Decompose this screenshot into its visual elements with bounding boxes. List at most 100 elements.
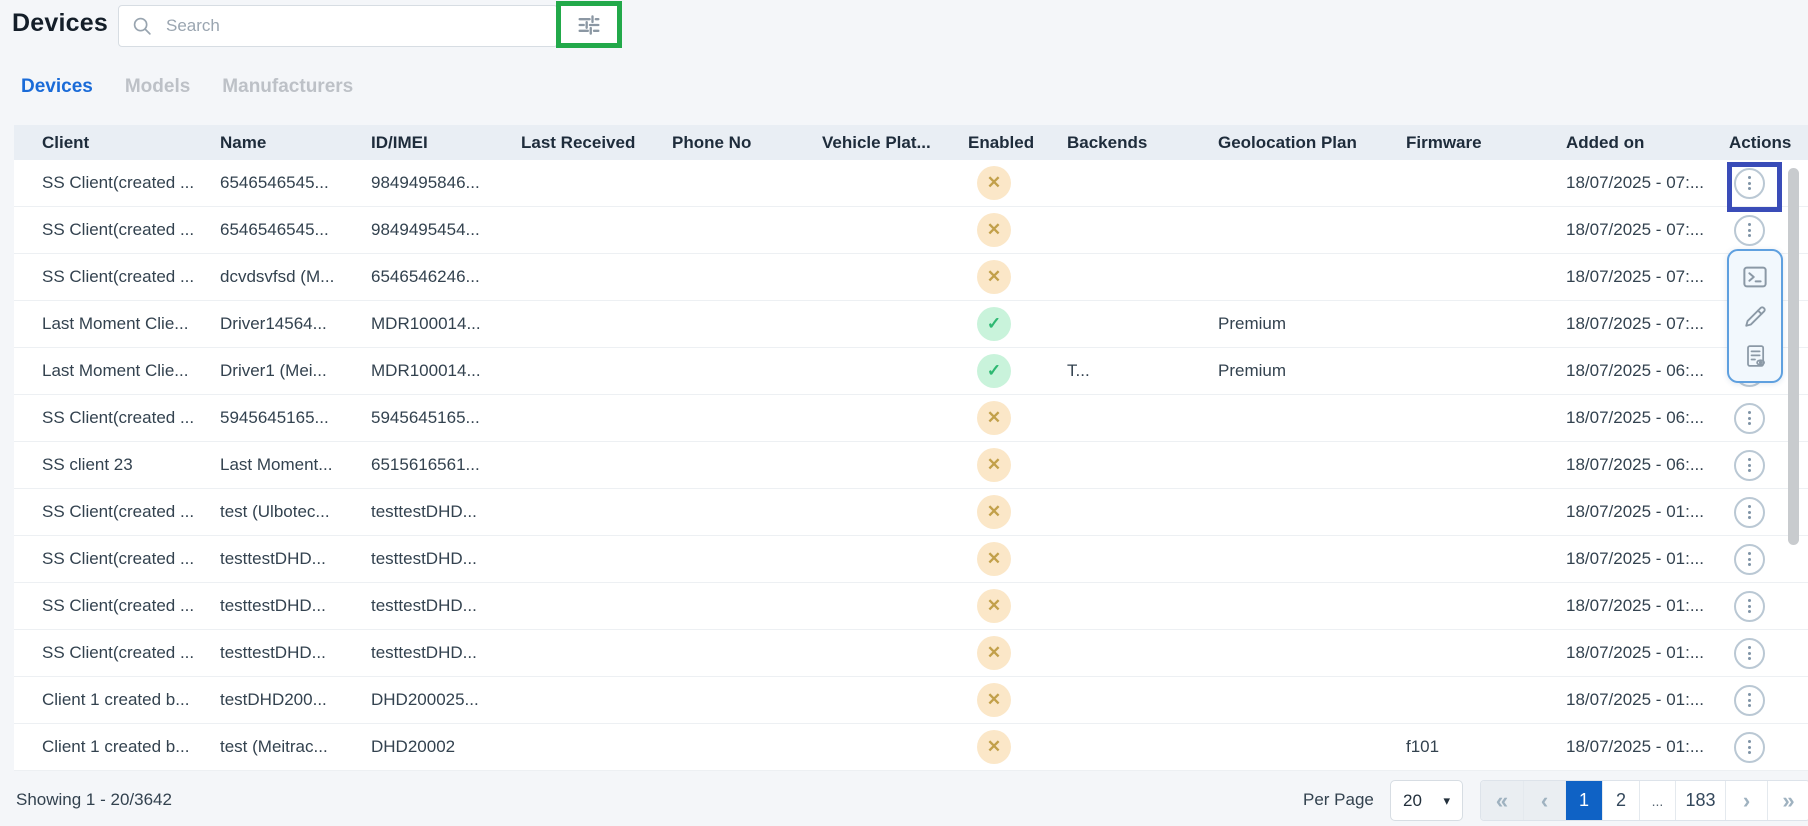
vertical-scrollbar[interactable] [1788,168,1799,545]
disabled-cross-icon: ✕ [977,730,1011,764]
row-actions-kebab-button[interactable] [1734,685,1765,716]
row-actions-kebab-button[interactable] [1734,215,1765,246]
filter-sliders-icon [575,11,603,39]
last-page-button[interactable]: » [1767,781,1808,820]
column-header-actions: Actions [1729,133,1808,153]
cell-id-imei: DHD20002 [371,737,521,757]
chevron-down-icon: ▾ [1443,793,1450,809]
kebab-dot [1748,458,1751,461]
kebab-dot [1748,657,1751,660]
row-actions-kebab-button[interactable] [1734,168,1765,199]
tab-models[interactable]: Models [125,76,190,98]
tab-manufacturers[interactable]: Manufacturers [222,76,353,98]
row-actions-kebab-button[interactable] [1734,591,1765,622]
tabs: Devices Models Manufacturers [21,76,353,98]
cell-client: SS Client(created ... [14,408,220,428]
cell-enabled: ✕ [968,636,1067,670]
table-row: SS Client(created ...dcvdsvfsd (M...6546… [14,254,1808,301]
tab-devices[interactable]: Devices [21,76,93,98]
cell-id-imei: DHD200025... [371,690,521,710]
page-183-button[interactable]: 183 [1675,781,1725,820]
disabled-cross-icon: ✕ [977,683,1011,717]
cell-added-on: 18/07/2025 - 01:... [1566,690,1729,710]
cell-id-imei: testtestDHD... [371,502,521,522]
cell-name: test (Ulbotec... [220,502,371,522]
kebab-dot [1748,740,1751,743]
kebab-dot [1748,693,1751,696]
view-logs-icon [1741,342,1769,370]
row-actions-kebab-button[interactable] [1734,403,1765,434]
cell-client: SS Client(created ... [14,267,220,287]
next-page-button[interactable]: › [1725,781,1767,820]
disabled-cross-icon: ✕ [977,495,1011,529]
row-actions-kebab-button[interactable] [1734,638,1765,669]
kebab-dot [1748,704,1751,707]
row-actions-kebab-button[interactable] [1734,544,1765,575]
column-header-enabled: Enabled [968,133,1067,153]
cell-client: SS Client(created ... [14,502,220,522]
cell-enabled: ✕ [968,448,1067,482]
kebab-dot [1748,599,1751,602]
cell-client: SS Client(created ... [14,173,220,193]
table-row: SS Client(created ...5945645165...594564… [14,395,1808,442]
cell-client: SS Client(created ... [14,596,220,616]
cell-actions [1729,685,1808,716]
kebab-dot [1748,563,1751,566]
view-logs-button[interactable] [1741,342,1769,370]
cell-enabled: ✕ [968,730,1067,764]
table-row: SS Client(created ...test (Ulbotec...tes… [14,489,1808,536]
cell-name: Driver14564... [220,314,371,334]
column-header-geolocation-plan: Geolocation Plan [1218,133,1406,153]
page-2-button[interactable]: 2 [1602,781,1639,820]
kebab-dot [1748,182,1751,185]
kebab-dot [1748,605,1751,608]
cell-added-on: 18/07/2025 - 01:... [1566,643,1729,663]
enabled-check-icon: ✓ [977,307,1011,341]
kebab-dot [1748,464,1751,467]
cell-actions [1729,732,1808,763]
cell-name: testtestDHD... [220,549,371,569]
cell-enabled: ✕ [968,589,1067,623]
cell-added-on: 18/07/2025 - 01:... [1566,549,1729,569]
terminal-button[interactable] [1740,262,1770,292]
row-actions-kebab-button[interactable] [1734,732,1765,763]
table-row: SS Client(created ...6546546545...984949… [14,207,1808,254]
cell-geolocation-plan: Premium [1218,314,1406,334]
filter-button[interactable] [561,6,617,43]
cell-name: dcvdsvfsd (M... [220,267,371,287]
kebab-dot [1748,646,1751,649]
per-page-select[interactable]: 20 ▾ [1390,780,1463,821]
column-header-phone-no: Phone No [672,133,822,153]
table-row: Client 1 created b...testDHD200...DHD200… [14,677,1808,724]
column-header-vehicle-plat: Vehicle Plat... [822,133,968,153]
kebab-dot [1748,229,1751,232]
kebab-dot [1748,187,1751,190]
page-1-button[interactable]: 1 [1565,781,1602,820]
cell-backends: T... [1067,361,1218,381]
cell-actions [1729,591,1808,622]
prev-page-button[interactable]: ‹ [1523,781,1565,820]
edit-button[interactable] [1741,303,1769,331]
column-header-name: Name [220,133,371,153]
cell-client: Client 1 created b... [14,737,220,757]
search-input[interactable] [164,15,545,37]
pages-ellipsis: ... [1639,781,1675,820]
table-row: Client 1 created b...test (Meitrac...DHD… [14,724,1808,771]
cell-name: 6546546545... [220,220,371,240]
cell-client: Client 1 created b... [14,690,220,710]
cell-added-on: 18/07/2025 - 06:... [1566,455,1729,475]
kebab-dot [1748,746,1751,749]
showing-summary: Showing 1 - 20/3642 [16,790,172,810]
cell-added-on: 18/07/2025 - 07:... [1566,314,1729,334]
kebab-dot [1748,516,1751,519]
cell-geolocation-plan: Premium [1218,361,1406,381]
row-actions-kebab-button[interactable] [1734,497,1765,528]
cell-name: Driver1 (Mei... [220,361,371,381]
kebab-dot [1748,505,1751,508]
disabled-cross-icon: ✕ [977,260,1011,294]
cell-client: SS Client(created ... [14,643,220,663]
cell-client: Last Moment Clie... [14,361,220,381]
first-page-button[interactable]: « [1481,781,1523,820]
row-actions-kebab-button[interactable] [1734,450,1765,481]
search-bar[interactable] [118,5,558,47]
